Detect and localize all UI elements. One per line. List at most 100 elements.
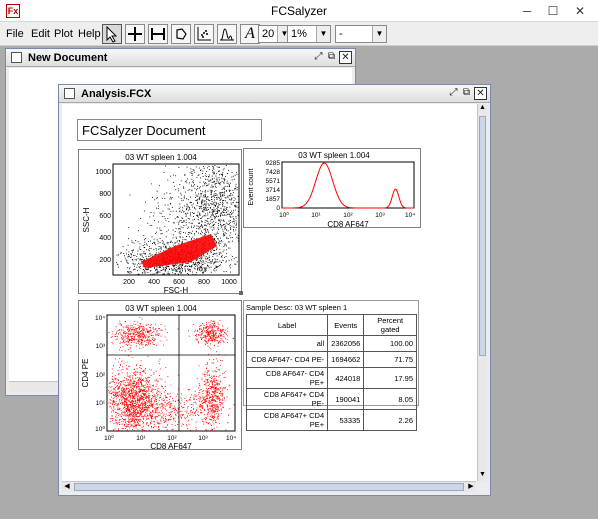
event-dot [213,404,215,406]
event-dot [209,324,211,325]
event-dot [206,392,208,393]
menu-edit[interactable]: Edit [31,28,50,40]
minimize-button[interactable]: ─ [514,2,540,20]
range-gate-tool-button[interactable] [148,24,168,44]
horizontal-scroll-thumb[interactable] [74,483,464,491]
event-dot [201,256,203,258]
event-dot [148,395,149,397]
event-dot [120,384,122,386]
event-dot [123,411,125,413]
event-dot [208,374,210,376]
event-dot [132,327,134,329]
event-dot [142,411,144,413]
menu-help[interactable]: Help [78,28,101,40]
event-dot [210,407,212,409]
restore-icon[interactable]: ⤢ [312,51,325,64]
event-dot [125,341,127,343]
event-dot [189,399,191,401]
event-dot [164,427,166,428]
analysis-titlebar[interactable]: Analysis.FCX ⤢ ⧉ ✕ [59,85,490,103]
event-dot [206,422,208,424]
event-dot [115,391,117,393]
event-dot [153,242,155,243]
stats-table-panel[interactable]: Sample Desc: 03 WT spleen 1 Label Events… [243,300,419,431]
close-button[interactable]: ✕ [567,2,593,20]
histogram-panel[interactable]: 03 WT spleen 1.004 9285 7428 5571 3714 1… [243,148,421,229]
resize-handle[interactable] [239,291,243,295]
histogram-tool-button[interactable] [217,24,237,44]
event-dot [207,253,209,255]
select-tool-button[interactable] [102,24,122,44]
text-tool-button[interactable]: A [240,24,260,44]
event-dot [134,339,136,341]
menu-plot[interactable]: Plot [54,28,73,40]
event-dot [205,206,207,208]
horizontal-scrollbar[interactable]: ◀ ▶ [62,481,476,492]
restore-icon[interactable]: ⤢ [447,87,460,100]
polygon-gate-tool-button[interactable] [171,24,191,44]
event-dot [121,402,123,404]
maximize-icon[interactable]: ⧉ [325,51,338,64]
event-dot [111,407,112,409]
menu-file[interactable]: File [6,28,24,40]
analysis-window[interactable]: Analysis.FCX ⤢ ⧉ ✕ FCSalyzer Document 03… [58,84,491,496]
event-dot [208,174,210,176]
event-dot [206,388,208,390]
event-dot [224,244,225,246]
close-icon[interactable]: ✕ [474,87,487,100]
new-document-titlebar[interactable]: New Document ⤢ ⧉ ✕ [6,49,355,67]
event-dot [216,337,218,339]
event-dot [126,338,128,339]
event-dot [213,423,215,425]
event-dot [190,411,191,413]
event-dot [190,413,192,415]
close-icon[interactable]: ✕ [339,51,352,64]
event-dot [132,415,133,417]
event-dot [214,384,216,386]
event-dot [146,397,148,399]
event-dot [205,338,207,340]
quadrant-plot-panel[interactable]: 03 WT spleen 1.004 10⁰ 10¹ 10² 10³ 10⁴ 1… [78,300,242,451]
event-dot [224,228,226,230]
event-dot [186,209,187,210]
event-dot [211,410,213,412]
event-dot [156,403,157,405]
event-dot [131,390,132,392]
event-dot [139,263,141,265]
event-dot [155,406,157,408]
event-dot [129,379,131,381]
event-dot [135,410,136,411]
zoom-select[interactable]: 1% ▼ [287,25,331,43]
event-dot [224,257,225,258]
event-dot [194,184,195,186]
event-dot [162,241,164,243]
scroll-down-icon[interactable]: ▼ [478,471,487,481]
event-dot [232,175,234,177]
style-select[interactable]: - ▼ [335,25,387,43]
event-dot [139,327,141,329]
event-dot [216,236,217,237]
maximize-icon[interactable]: ⧉ [460,87,473,100]
event-dot [234,198,236,200]
event-dot [114,389,116,391]
event-dot [217,258,218,260]
analysis-canvas[interactable]: FCSalyzer Document 03 WT spleen 1.004 li… [62,104,477,481]
vertical-scroll-thumb[interactable] [479,116,486,356]
event-dot [144,416,146,418]
crosshair-tool-button[interactable] [125,24,145,44]
vertical-scrollbar[interactable]: ▲ ▼ [477,104,487,481]
event-dot [140,407,142,409]
document-title-box[interactable]: FCSalyzer Document [77,119,262,141]
event-dot [154,243,156,244]
scatter-plot-panel[interactable]: 03 WT spleen 1.004 live 200 400 600 800 … [78,149,243,295]
event-dot [211,335,213,336]
event-dot [121,372,123,374]
event-dot [214,218,216,220]
event-dot [117,370,119,371]
scroll-left-icon[interactable]: ◀ [62,482,72,490]
dot-plot-tool-button[interactable] [194,24,214,44]
scroll-right-icon[interactable]: ▶ [466,482,476,490]
scroll-up-icon[interactable]: ▲ [478,104,487,114]
maximize-button[interactable]: ☐ [540,2,566,20]
event-dot [212,410,214,412]
